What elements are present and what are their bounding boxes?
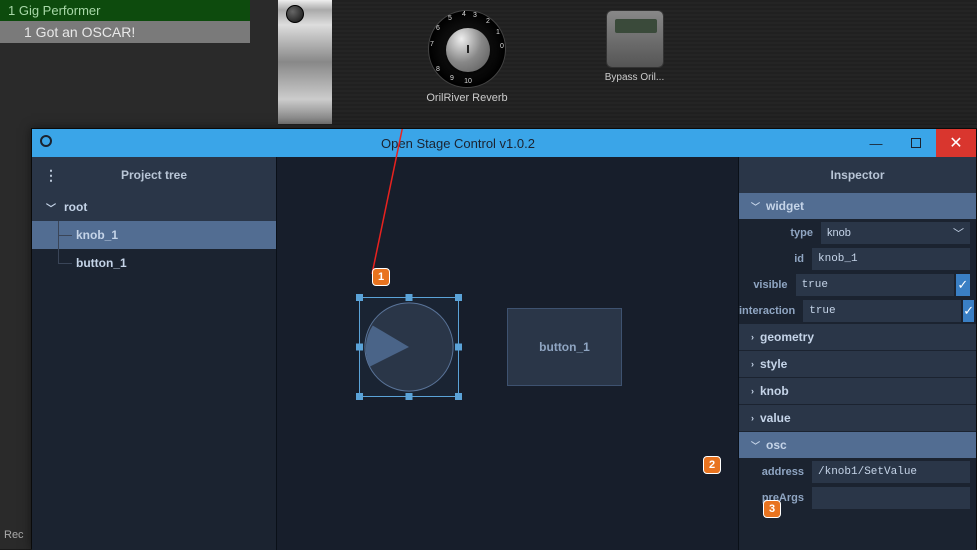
annotation-3: 3 [763,500,781,518]
chevron-down-icon: ﹀ [46,200,56,215]
plugin-knob-widget[interactable]: 0 1 2 3 4 5 6 7 8 9 10 OrilRiver Reverb [422,10,512,104]
annotation-2: 2 [703,456,721,474]
interaction-input[interactable] [803,300,961,322]
inspector-header: Inspector [739,157,976,193]
menu-icon[interactable]: ⋮ [44,167,60,184]
section-geometry[interactable]: › geometry [739,324,976,350]
plugin-bypass-label: Bypass Oril... [602,72,667,83]
app-icon [32,134,60,152]
chevron-right-icon: › [751,359,754,369]
record-label[interactable]: Rec [4,529,24,541]
resize-handle[interactable] [455,294,462,301]
prop-interaction: interaction ✓ [739,298,976,324]
osc-window: Open Stage Control v1.0.2 — ✕ ⋮ Project … [31,128,977,549]
prop-visible: visible ✓ [739,272,976,298]
visible-input[interactable] [796,274,954,296]
canvas-button-widget[interactable]: button_1 [507,308,622,386]
resize-handle[interactable] [406,393,413,400]
section-widget[interactable]: ﹀ widget [739,193,976,219]
tree-item-knob[interactable]: knob_1 [32,221,276,249]
chevron-right-icon: › [751,386,754,396]
annotation-1: 1 [372,268,390,286]
interaction-checkbox[interactable]: ✓ [963,300,974,322]
chevron-right-icon: › [751,413,754,423]
canvas[interactable]: button_1 [277,157,738,550]
resize-handle[interactable] [356,393,363,400]
address-input[interactable] [812,461,970,483]
section-value[interactable]: › value [739,405,976,431]
gig-header: 1 Gig Performer 1 Got an OSCAR! [0,0,250,43]
plugin-rack: 0 1 2 3 4 5 6 7 8 9 10 OrilRiver Reverb [278,0,977,125]
chevron-right-icon: › [751,332,754,342]
section-style[interactable]: › style [739,351,976,377]
preargs-input[interactable] [812,487,970,509]
titlebar[interactable]: Open Stage Control v1.0.2 — ✕ [32,129,976,157]
close-button[interactable]: ✕ [936,129,976,157]
chevron-down-icon: ﹀ [953,225,964,241]
resize-handle[interactable] [406,294,413,301]
minimize-button[interactable]: — [856,129,896,157]
screw-icon [286,5,304,23]
prop-type: type knob ﹀ [739,220,976,246]
plugin-bypass-widget[interactable]: Bypass Oril... [602,10,667,83]
gig-title: 1 Gig Performer [0,0,250,21]
resize-handle[interactable] [356,344,363,351]
resize-handle[interactable] [455,344,462,351]
project-tree-panel: ⋮ Project tree ﹀ root knob_1 button_1 [32,157,277,550]
prop-id: id [739,246,976,272]
tree-item-button[interactable]: button_1 [32,249,276,277]
visible-checkbox[interactable]: ✓ [956,274,970,296]
section-osc[interactable]: ﹀ osc [739,432,976,458]
bypass-button[interactable] [606,10,664,68]
plugin-area: 0 1 2 3 4 5 6 7 8 9 10 OrilRiver Reverb [332,0,977,125]
chevron-down-icon: ﹀ [751,200,760,213]
id-input[interactable] [812,248,970,270]
project-tree-header: ⋮ Project tree [32,157,276,193]
maximize-button[interactable] [896,129,936,157]
chevron-down-icon: ﹀ [751,439,760,452]
plugin-knob-label: OrilRiver Reverb [422,92,512,104]
inspector-title: Inspector [830,168,884,182]
resize-handle[interactable] [356,294,363,301]
rotary-knob[interactable]: 0 1 2 3 4 5 6 7 8 9 10 [428,10,506,88]
type-select[interactable]: knob ﹀ [821,222,970,244]
canvas-knob-widget[interactable] [359,297,459,397]
tree-root[interactable]: ﹀ root [32,193,276,221]
prop-address: address [739,459,976,485]
section-knob[interactable]: › knob [739,378,976,404]
gig-subtitle[interactable]: 1 Got an OSCAR! [0,21,250,43]
window-title: Open Stage Control v1.0.2 [60,136,856,151]
resize-handle[interactable] [455,393,462,400]
project-tree-title: Project tree [121,168,187,182]
inspector-panel: Inspector ﹀ widget type knob ﹀ id [738,157,976,550]
